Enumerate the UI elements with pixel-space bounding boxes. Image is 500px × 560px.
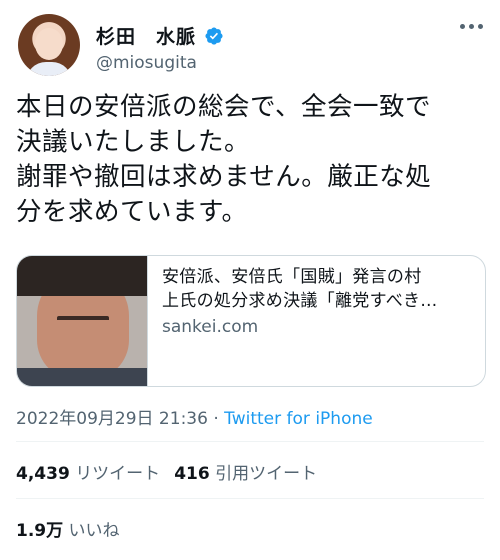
tweet-text: 本日の安倍派の総会で、全会一致で 決議いたしました。 謝罪や撤回は求めません。厳… (16, 92, 432, 227)
quote-stat[interactable]: 416 引用ツイート (174, 459, 317, 484)
display-name[interactable]: 杉田 水脈 (96, 22, 196, 49)
meta-separator: · (213, 409, 219, 429)
tweet-timestamp[interactable]: 2022年09月29日 21:36 (16, 409, 208, 429)
card-domain: sankei.com (162, 317, 259, 337)
avatar-face (35, 28, 63, 60)
tweet-source[interactable]: Twitter for iPhone (224, 409, 373, 429)
quote-count: 416 (174, 464, 210, 484)
link-card[interactable]: 安倍派、安倍氏「国賊」発言の村 上氏の処分求め決議「離党すべき… sankei.… (16, 255, 486, 387)
like-stat[interactable]: 1.9万 いいね (16, 516, 120, 541)
card-body: 安倍派、安倍氏「国賊」発言の村 上氏の処分求め決議「離党すべき… sankei.… (148, 256, 485, 386)
thumbnail-body (17, 368, 147, 386)
retweet-stat[interactable]: 4,439 リツイート (16, 459, 160, 484)
avatar[interactable] (18, 14, 80, 76)
card-thumbnail (17, 256, 148, 386)
engagement-stats: 4,439 リツイート 416 引用ツイート (16, 459, 317, 484)
more-options-icon[interactable] (460, 24, 486, 34)
divider (16, 498, 484, 499)
like-label: いいね (68, 521, 120, 541)
card-title-line-1: 安倍派、安倍氏「国賊」発言の村 (162, 267, 422, 287)
card-title-line-2: 上氏の処分求め決議「離党すべき… (162, 291, 438, 311)
thumbnail-hair (17, 256, 147, 296)
thumbnail-eyes (57, 316, 109, 322)
retweet-label: リツイート (75, 464, 161, 484)
tweet-meta: 2022年09月29日 21:36 · Twitter for iPhone (16, 404, 373, 429)
author-name-row: 杉田 水脈 (96, 22, 224, 49)
divider (16, 441, 484, 442)
retweet-count: 4,439 (16, 464, 70, 484)
like-count: 1.9万 (16, 521, 64, 541)
quote-label: 引用ツイート (215, 464, 318, 484)
verified-badge-icon (205, 26, 223, 45)
user-handle[interactable]: @miosugita (96, 53, 197, 73)
avatar-shirt (26, 62, 72, 76)
